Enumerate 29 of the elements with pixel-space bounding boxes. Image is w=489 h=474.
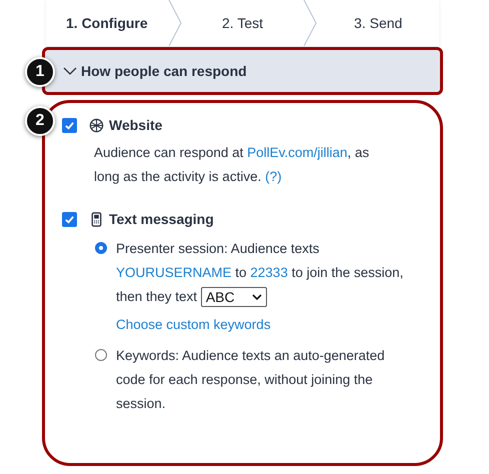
custom-keywords-link[interactable]: Choose custom keywords — [116, 317, 271, 332]
checkmark-icon — [64, 214, 75, 224]
option-title: Text messaging — [109, 211, 214, 227]
radio-button[interactable] — [95, 242, 107, 254]
caret-icon — [252, 294, 262, 300]
checkbox[interactable] — [62, 212, 77, 226]
chevron-divider-icon — [168, 0, 182, 46]
option-title: Website — [109, 117, 162, 133]
mode-description: Presenter session: Audience texts YOURUSERNAME to 22333 to join the session, then they text ABC — [116, 240, 404, 309]
chevron-icon — [63, 67, 77, 75]
globe-icon — [89, 118, 104, 132]
chevron-divider-icon — [303, 0, 318, 46]
section-title: How people can respond — [81, 63, 247, 79]
link[interactable]: YOURUSERNAME — [116, 265, 232, 280]
option-description: Audience can respond at PollEv.com/jillian, as long as the activity is active. (?) — [94, 144, 370, 186]
checkbox[interactable] — [62, 118, 77, 132]
link[interactable]: PollEv.com/jillian — [247, 145, 348, 160]
step-tab[interactable]: 3. Send — [317, 0, 440, 46]
step-tab[interactable]: 2. Test — [182, 0, 304, 46]
link[interactable]: 22333 — [250, 265, 288, 280]
keyword-select[interactable]: ABC — [200, 287, 267, 308]
phone-icon — [89, 212, 104, 226]
checkmark-icon — [64, 120, 75, 130]
callout-badge: 2 — [25, 106, 55, 136]
radio-button[interactable] — [95, 349, 107, 361]
mode-description: Keywords: Audience texts an auto-generated code for each response, without joining the session. — [116, 347, 386, 413]
callout-badge: 1 — [25, 57, 55, 87]
link[interactable]: (?) — [265, 169, 282, 184]
step-tab[interactable]: 1. Configure — [46, 0, 168, 46]
